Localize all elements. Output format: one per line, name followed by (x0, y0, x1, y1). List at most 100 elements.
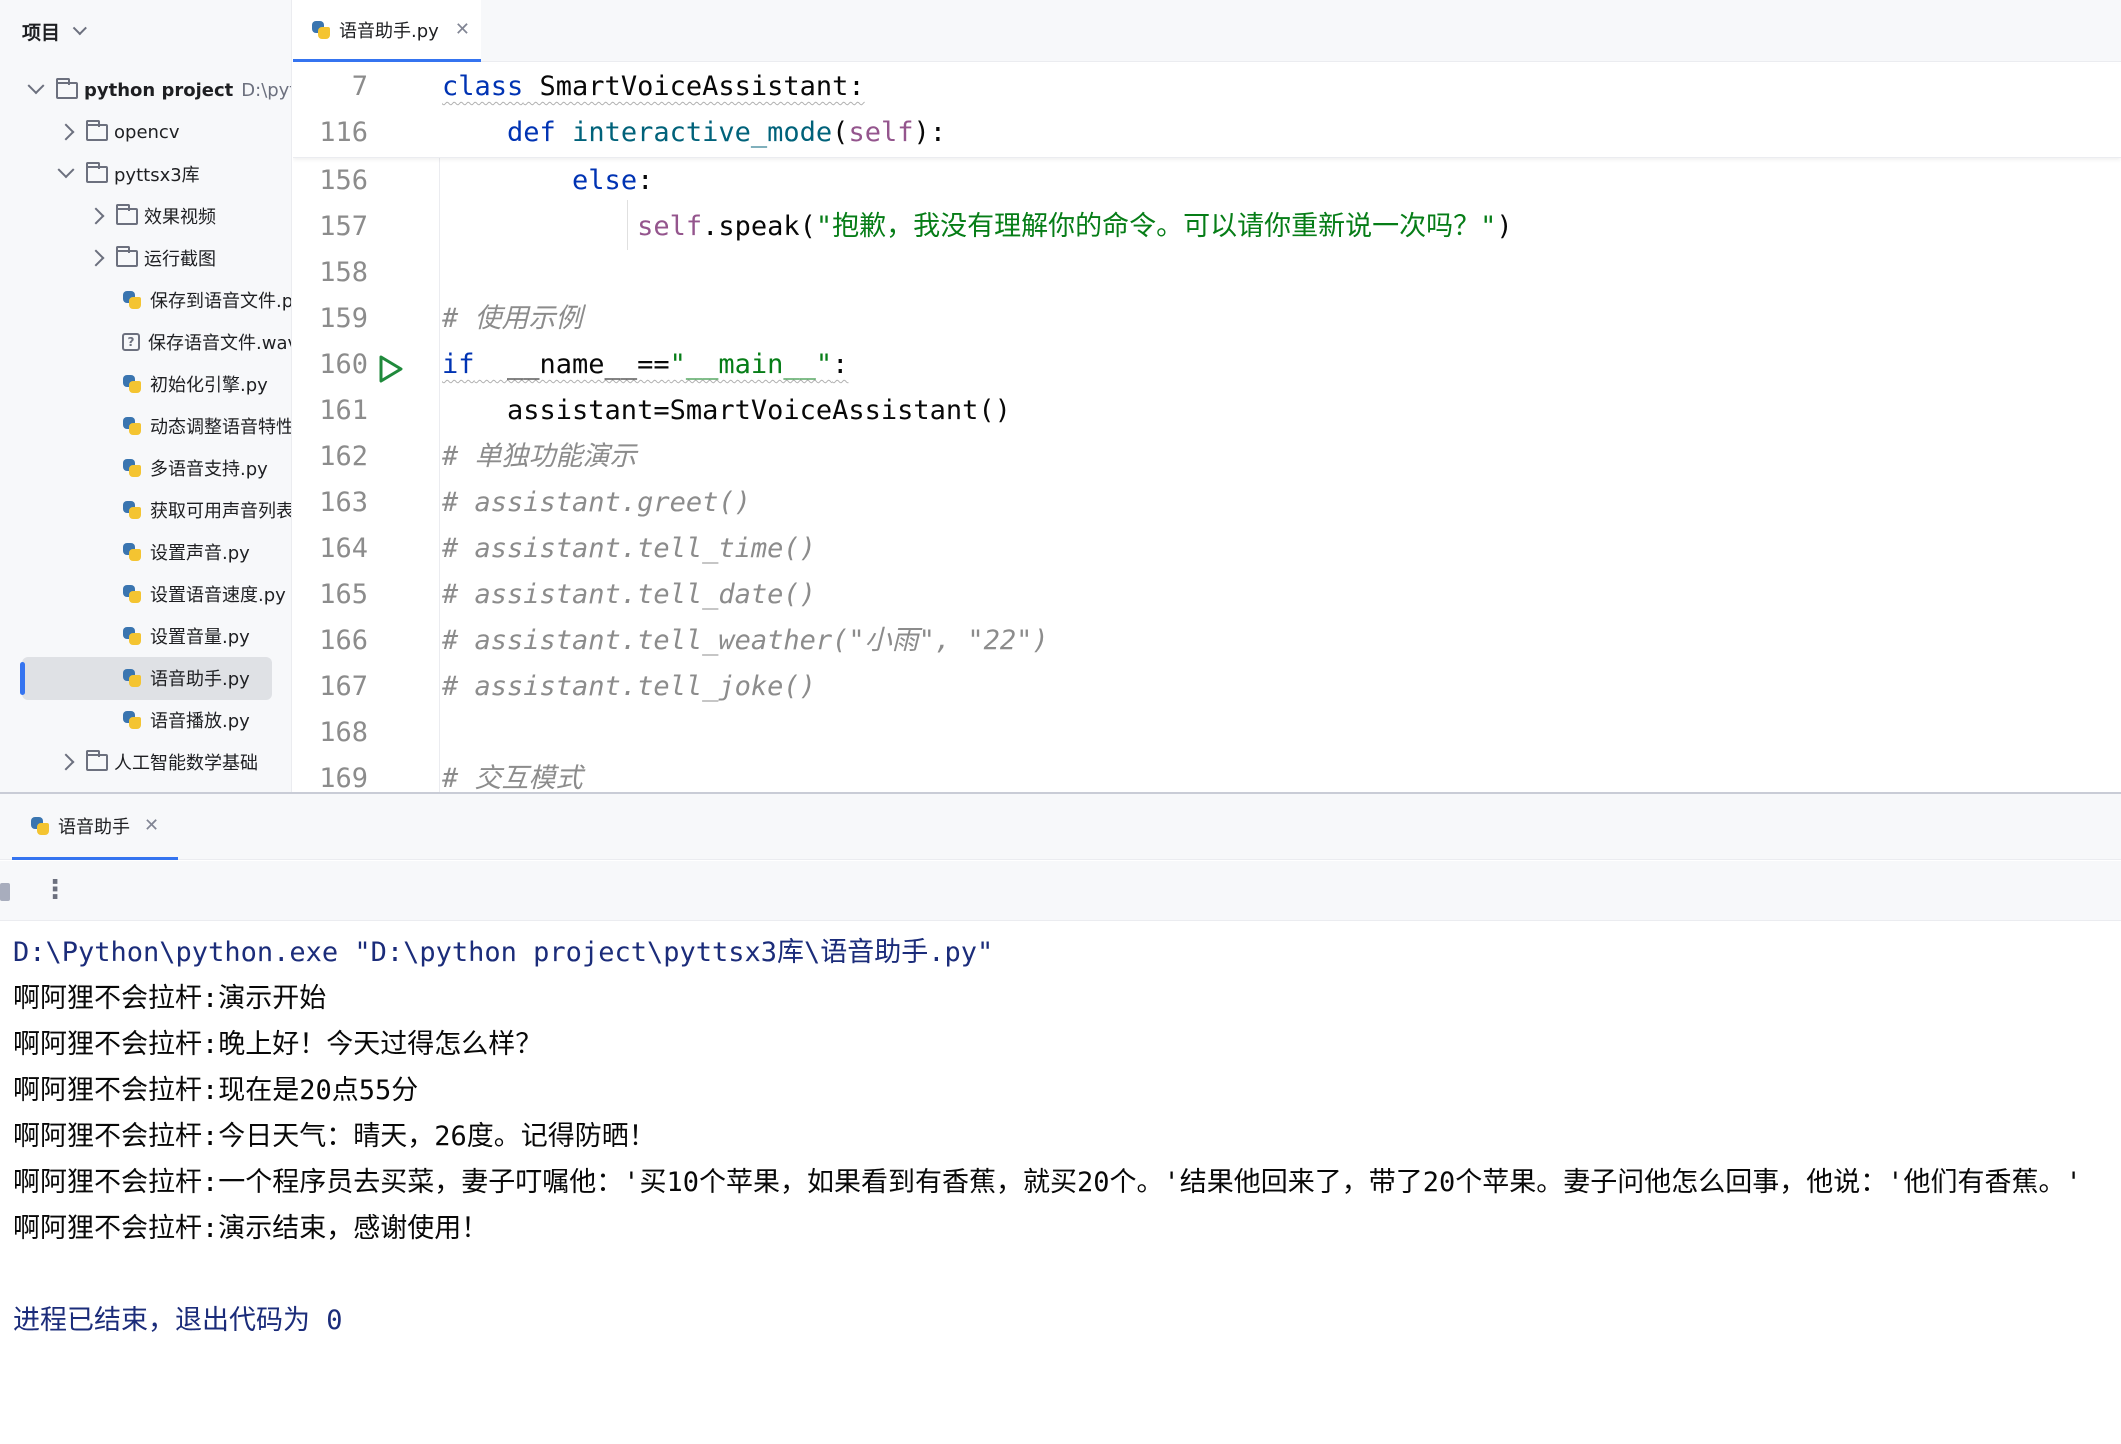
tree-folder[interactable]: opencv (0, 114, 291, 150)
folder-icon (86, 749, 108, 771)
unknown-file-icon: ? (122, 333, 140, 351)
code-text[interactable]: class SmartVoiceAssistant: (442, 64, 865, 110)
project-sidebar: 项目 python project D:\python opencv pyttsx3库… (0, 0, 292, 792)
code-line[interactable]: 167 # assistant.tell_joke() (293, 664, 2121, 710)
code-line[interactable]: 157 self.speak("抱歉，我没有理解你的命令。可以请你重新说一次吗？… (293, 204, 2121, 250)
code-line[interactable]: 162 # 单独功能演示 (293, 434, 2121, 480)
run-gutter-icon[interactable] (377, 354, 405, 384)
code-text[interactable]: # assistant.tell_weather("小雨", "22") (442, 618, 1049, 664)
line-number: 165 (319, 579, 368, 610)
sticky-lines[interactable]: 7 class SmartVoiceAssistant: 116 def inter… (293, 64, 2121, 158)
tree-file[interactable]: 设置音量.py (0, 618, 291, 654)
tree-folder[interactable]: 运行截图 (0, 240, 291, 276)
line-number: 7 (351, 71, 368, 102)
tree-item-label: 效果视频 (144, 207, 216, 228)
tree-item-label: 多语音支持.py (150, 459, 268, 480)
line-number: 116 (319, 117, 368, 148)
chevron-right-icon[interactable] (57, 753, 75, 771)
line-number: 159 (319, 303, 368, 334)
code-text[interactable]: # assistant.tell_joke() (442, 664, 816, 710)
code-text[interactable]: if __name__=="__main__": (442, 342, 848, 388)
python-file-icon (122, 710, 142, 730)
python-file-icon (122, 416, 142, 436)
tree-folder[interactable]: 人工智能数学基础 (0, 744, 291, 780)
tree-file[interactable]: 设置声音.py (0, 534, 291, 570)
tree-file[interactable]: 语音助手.py (0, 660, 291, 696)
code-text[interactable]: # assistant.tell_time() (442, 526, 816, 572)
close-icon[interactable]: ✕ (144, 815, 159, 836)
stop-icon[interactable] (0, 883, 10, 901)
tree-file[interactable]: 初始化引擎.py (0, 366, 291, 402)
chevron-down-icon[interactable] (27, 77, 45, 95)
code-text[interactable]: # assistant.greet() (442, 480, 751, 526)
code-line[interactable]: 159 # 使用示例 (293, 296, 2121, 342)
tree-item-label: opencv (114, 121, 180, 143)
tree-file[interactable]: 设置语音速度.py (0, 576, 291, 612)
tree-item-label: 人工智能数学基础 (114, 753, 258, 774)
tree-item-path: D:\python (241, 79, 291, 101)
tree-item-label: pyttsx3库 (114, 165, 200, 186)
code-line[interactable]: 165 # assistant.tell_date() (293, 572, 2121, 618)
line-number: 168 (319, 717, 368, 748)
code-line[interactable]: 116 def interactive_mode(self): (293, 110, 2121, 156)
code-line[interactable]: 168 (293, 710, 2121, 756)
python-file-icon (122, 458, 142, 478)
code-text[interactable]: # assistant.tell_date() (442, 572, 816, 618)
tree-folder[interactable]: pyttsx3库 (0, 156, 291, 192)
run-tab-label: 语音助手 (58, 816, 130, 838)
code-text[interactable]: # 使用示例 (442, 296, 583, 342)
tree-file[interactable]: 多语音支持.py (0, 450, 291, 486)
code-line[interactable]: 7 class SmartVoiceAssistant: (293, 64, 2121, 110)
project-view-selector[interactable]: 项目 (0, 0, 291, 62)
code-line[interactable]: 164 # assistant.tell_time() (293, 526, 2121, 572)
editor-tab-bar: 语音助手.py ✕ (293, 0, 2121, 62)
chevron-right-icon[interactable] (87, 249, 105, 267)
code-text[interactable]: assistant=SmartVoiceAssistant() (442, 388, 1011, 434)
tree-file[interactable]: 动态调整语音特性.py (0, 408, 292, 444)
tab-voice-assistant[interactable]: 语音助手.py ✕ (293, 0, 481, 62)
code-line[interactable]: 158 (293, 250, 2121, 296)
more-options-icon[interactable]: ⋮ (42, 875, 68, 905)
tree-folder[interactable]: python project D:\python (0, 72, 291, 108)
run-tool-window: 语音助手 ✕ ⋮ D:\Python\python.exe "D:\python… (0, 794, 2121, 1444)
tree-folder[interactable]: 效果视频 (0, 198, 291, 234)
console-line: 啊阿狸不会拉杆:今日天气：晴天，26度。记得防晒！ (13, 1121, 656, 1152)
code-text[interactable]: def interactive_mode(self): (442, 110, 946, 156)
tree-item-label: 动态调整语音特性.py (150, 417, 292, 438)
tree-item-label: 运行截图 (144, 249, 216, 270)
python-file-icon (122, 374, 142, 394)
code-line[interactable]: 156 else: (293, 158, 2121, 204)
run-toolbar: ⋮ (0, 861, 2121, 921)
tree-file[interactable]: 语音播放.py (0, 702, 291, 738)
chevron-right-icon[interactable] (87, 207, 105, 225)
line-number: 164 (319, 533, 368, 564)
console-line: D:\Python\python.exe "D:\python project\… (13, 937, 994, 968)
python-file-icon (122, 584, 142, 604)
code-text[interactable]: # 交互模式 (442, 756, 583, 792)
code-text[interactable]: self.speak("抱歉，我没有理解你的命令。可以请你重新说一次吗？") (442, 204, 1513, 250)
folder-icon (116, 203, 138, 225)
tree-item-label: 语音播放.py (150, 711, 250, 732)
code-line[interactable]: 161 assistant=SmartVoiceAssistant() (293, 388, 2121, 434)
code-line[interactable]: 163 # assistant.greet() (293, 480, 2121, 526)
console-line: 进程已结束，退出代码为 0 (13, 1305, 343, 1336)
code-line[interactable]: 169 # 交互模式 (293, 756, 2121, 792)
close-icon[interactable]: ✕ (455, 19, 470, 40)
tab-run-voice-assistant[interactable]: 语音助手 ✕ (12, 794, 178, 860)
code-line[interactable]: 160 if __name__=="__main__": (293, 342, 2121, 388)
chevron-down-icon[interactable] (57, 161, 75, 179)
tree-file[interactable]: 保存到语音文件.py (0, 282, 291, 318)
console-line: 啊阿狸不会拉杆:演示结束，感谢使用！ (13, 1213, 489, 1244)
tree-file[interactable]: 获取可用声音列表.py (0, 492, 291, 528)
tree-item-label: 语音助手.py (150, 669, 250, 690)
tree-item-label: 设置语音速度.py (150, 585, 286, 606)
tree-item-label: 初始化引擎.py (150, 375, 268, 396)
line-number: 167 (319, 671, 368, 702)
tree-file[interactable]: ? 保存语音文件.wav (0, 324, 291, 360)
code-line[interactable]: 166 # assistant.tell_weather("小雨", "22") (293, 618, 2121, 664)
code-text[interactable]: # 单独功能演示 (442, 434, 637, 480)
chevron-right-icon[interactable] (57, 123, 75, 141)
code-editor[interactable]: 语音助手.py ✕ 156 else: 157 self.speak("抱歉，我没… (293, 0, 2121, 792)
project-view-title: 项目 (22, 21, 61, 44)
code-text[interactable]: else: (442, 158, 653, 204)
